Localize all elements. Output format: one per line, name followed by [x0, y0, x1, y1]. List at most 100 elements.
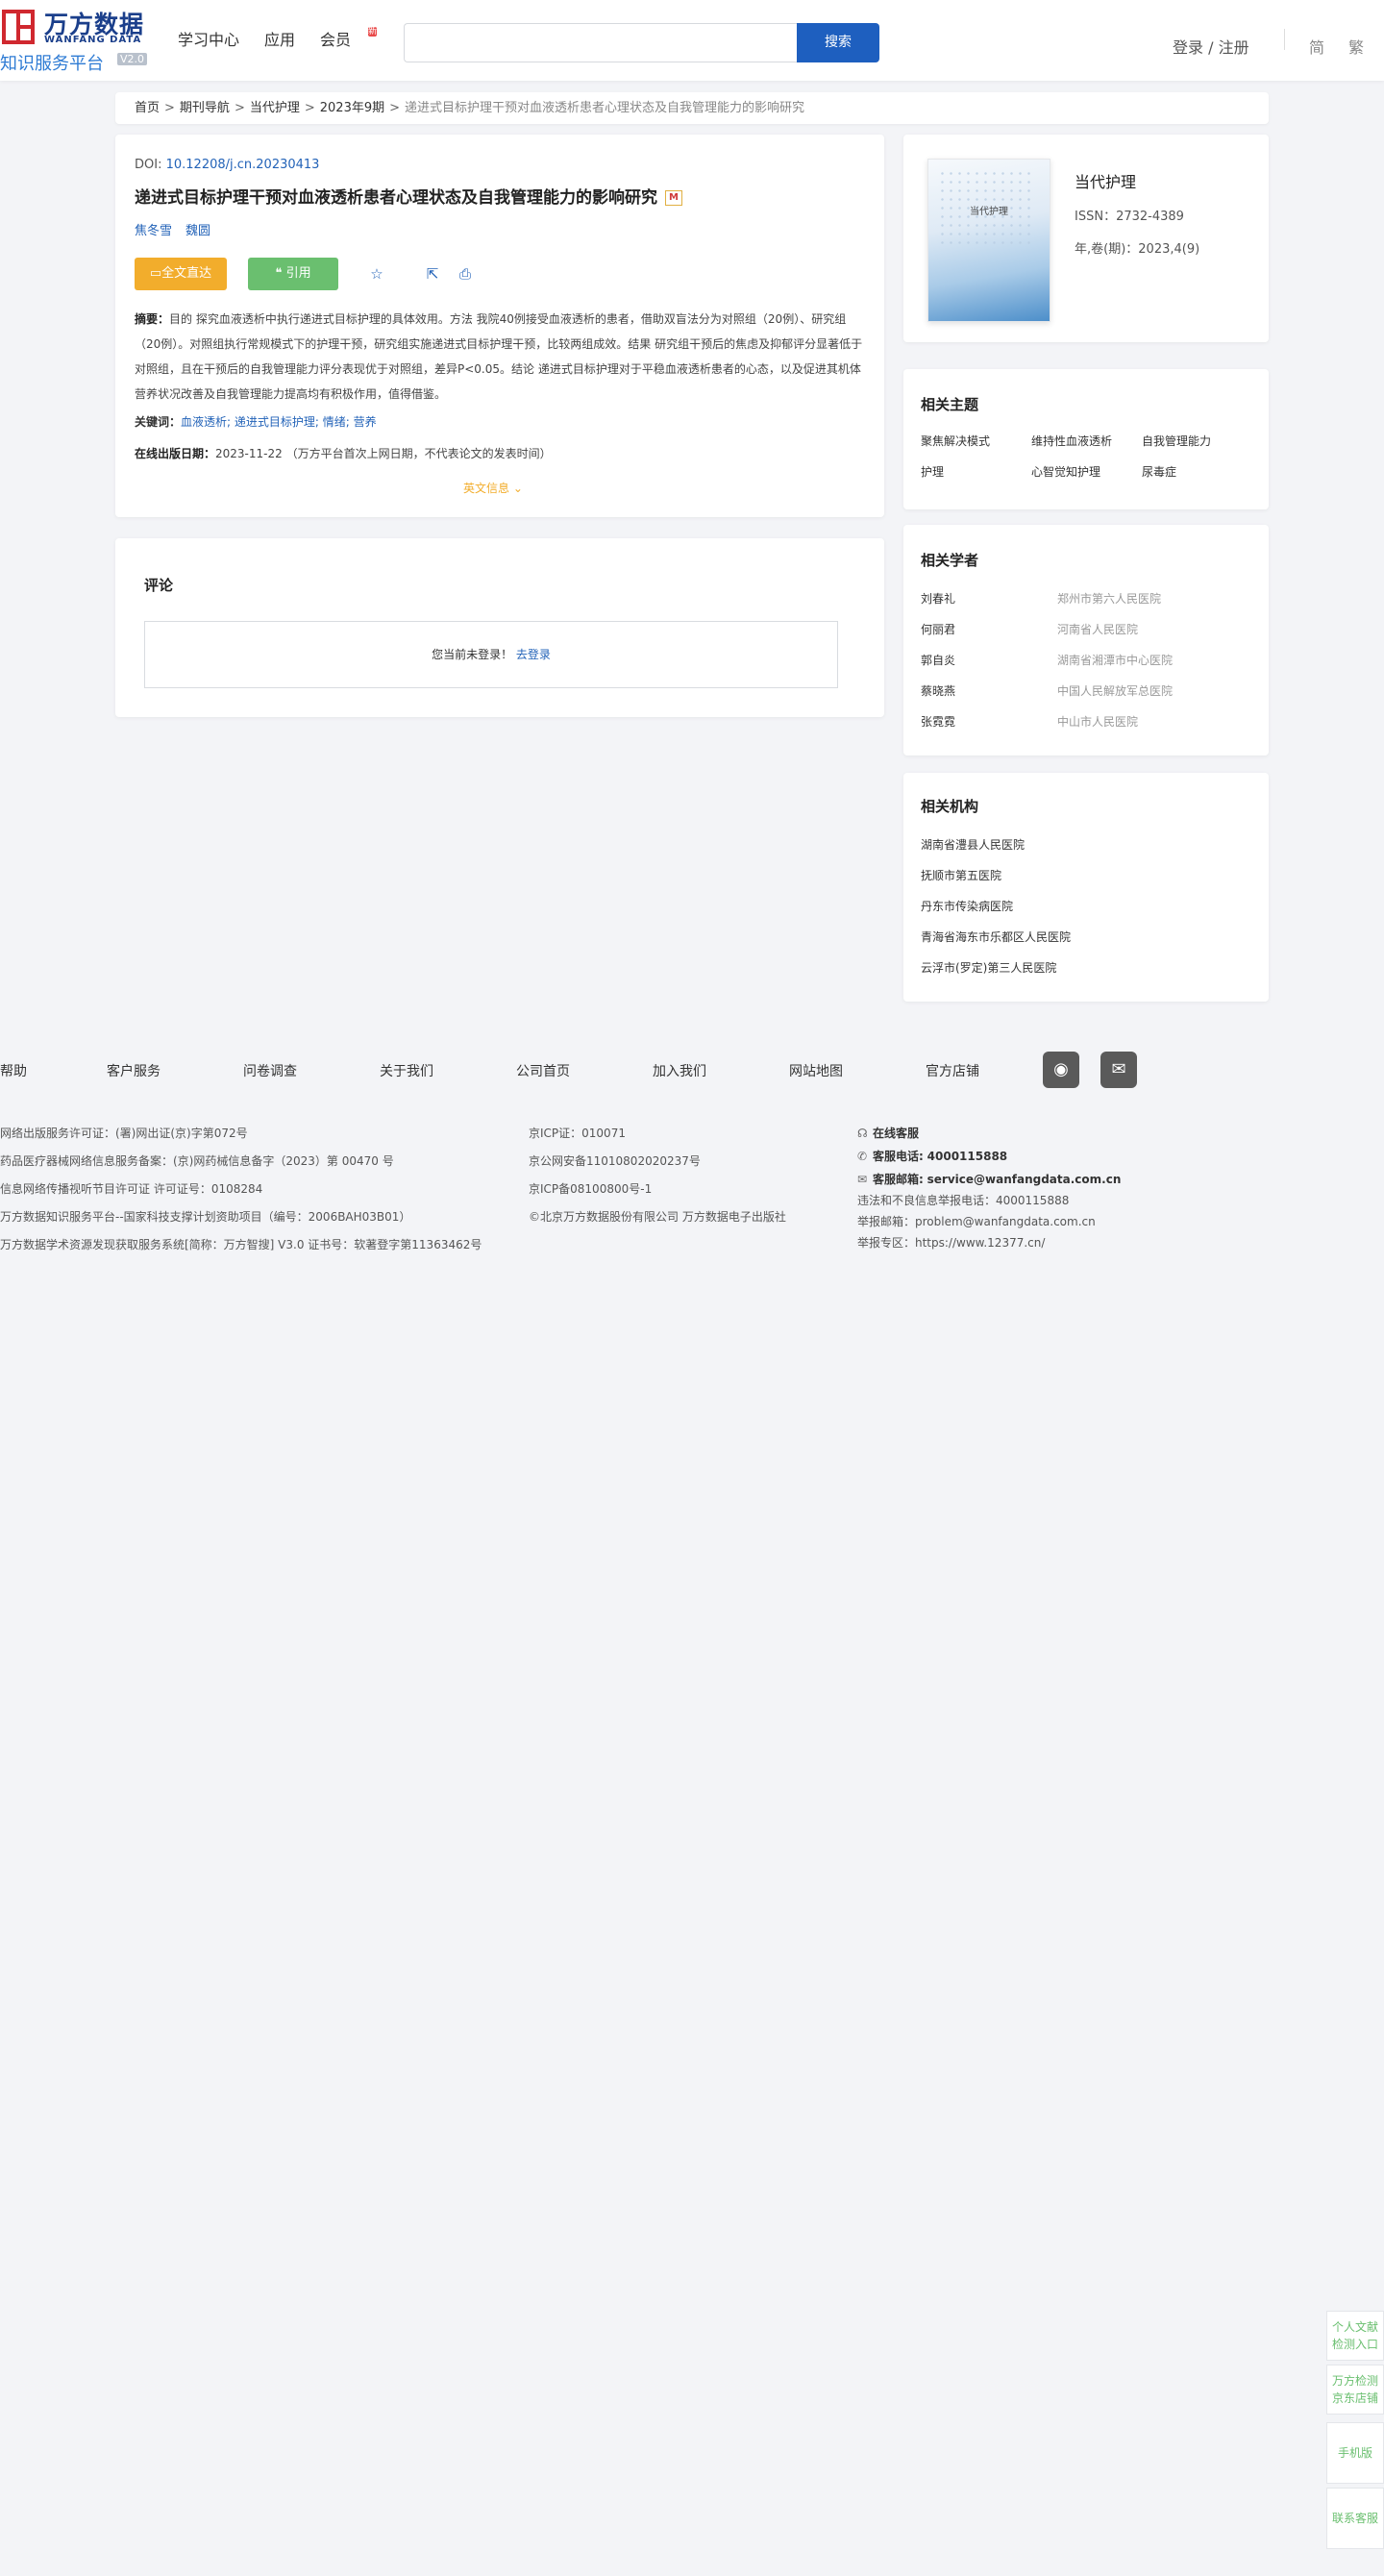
- footer-link-company[interactable]: 公司首页: [516, 1061, 570, 1080]
- author-link[interactable]: 焦冬雪: [135, 224, 172, 238]
- topic-item[interactable]: 尿毒症: [1142, 463, 1248, 480]
- breadcrumb-home[interactable]: 首页: [135, 101, 160, 115]
- doi-link[interactable]: 10.12208/j.cn.20230413: [166, 158, 320, 172]
- float-contact[interactable]: 联系客服: [1326, 2488, 1384, 2549]
- report-zone[interactable]: 举报专区：https://www.12377.cn/: [857, 1234, 1045, 1251]
- doi-label: DOI:: [135, 158, 162, 172]
- journal-cover[interactable]: 当代护理: [927, 159, 1050, 322]
- service-phone-label: 客服电话:: [873, 1150, 924, 1163]
- pubdate-note: （万方平台首次上网日期，不代表论文的发表时间）: [285, 447, 552, 460]
- topic-item[interactable]: 心智觉知护理: [1031, 463, 1137, 480]
- logo-mark-icon: [2, 10, 35, 44]
- footer-link-survey[interactable]: 问卷调查: [243, 1061, 297, 1080]
- related-institutions-title: 相关机构: [921, 798, 979, 815]
- footer-icp[interactable]: 京公网安备11010802020237号: [529, 1152, 701, 1169]
- wanfang-logo[interactable]: 万方数据 WANFANG DATA 知识服务平台 V2.0: [0, 6, 149, 74]
- footer-license: 万方数据知识服务平台--国家科技支撑计划资助项目（编号：2006BAH03B01…: [0, 1210, 411, 1224]
- breadcrumb-issue[interactable]: 2023年9期: [320, 101, 384, 115]
- service-email-value[interactable]: service@wanfangdata.com.cn: [927, 1173, 1122, 1186]
- institution-item[interactable]: 丹东市传染病医院: [921, 898, 1013, 914]
- phone-icon: ✆: [857, 1150, 868, 1163]
- institution-item[interactable]: 云浮市(罗定)第三人民医院: [921, 959, 1056, 976]
- abstract-text: 目的 探究血液透析中执行递进式目标护理的具体效用。方法 我院40例接受血液透析的…: [135, 312, 863, 401]
- scholar-org[interactable]: 中国人民解放军总医院: [1057, 682, 1173, 699]
- fulltext-button-label: 全文直达: [161, 266, 212, 281]
- institution-item[interactable]: 青海省海东市乐都区人民医院: [921, 929, 1071, 945]
- topic-item[interactable]: 聚焦解决模式: [921, 433, 1026, 449]
- journal-name[interactable]: 当代护理: [1075, 169, 1136, 192]
- scholar-name[interactable]: 郭自炎: [921, 652, 955, 668]
- topic-item[interactable]: 护理: [921, 463, 1026, 480]
- comment-login-prompt: 您当前未登录！ 去登录: [144, 621, 838, 688]
- scholar-org[interactable]: 河南省人民医院: [1057, 621, 1138, 637]
- topic-item[interactable]: 维持性血液透析: [1031, 433, 1137, 449]
- comment-card: 评论 您当前未登录！ 去登录: [115, 538, 884, 717]
- scholar-name[interactable]: 何丽君: [921, 621, 955, 637]
- footer-link-about[interactable]: 关于我们: [380, 1061, 433, 1080]
- keyword-links[interactable]: 血液透析; 递进式目标护理; 情绪; 营养: [181, 415, 377, 429]
- fulltext-button[interactable]: ▭全文直达: [135, 258, 227, 290]
- author-link[interactable]: 魏圆: [185, 224, 210, 238]
- pubdate-value: 2023-11-22: [215, 447, 283, 460]
- breadcrumb-journal[interactable]: 当代护理: [250, 101, 300, 115]
- report-phone: 违法和不良信息举报电话：4000115888: [857, 1194, 1070, 1207]
- scholar-name[interactable]: 刘春礼: [921, 590, 955, 607]
- login-register-link[interactable]: 登录 / 注册: [1173, 35, 1249, 58]
- footer-license: 网络出版服务许可证：(署)网出证(京)字第072号: [0, 1127, 248, 1140]
- footer-link-customer-service[interactable]: 客户服务: [107, 1061, 161, 1080]
- nav-item-membership-label: 会员: [320, 31, 352, 49]
- m-badge-icon[interactable]: M: [665, 190, 682, 206]
- scholar-org[interactable]: 郑州市第六人民医院: [1057, 590, 1161, 607]
- weibo-icon[interactable]: ◉: [1043, 1052, 1079, 1088]
- footer-icp[interactable]: 京ICP备08100800号-1: [529, 1180, 652, 1197]
- site-footer: 帮助 客户服务 问卷调查 关于我们 公司首页 加入我们 网站地图 官方店铺 ◉ …: [0, 1027, 1384, 1269]
- topic-item[interactable]: 自我管理能力: [1142, 433, 1248, 449]
- footer-link-help[interactable]: 帮助: [0, 1061, 27, 1080]
- author-list: 焦冬雪 魏圆: [135, 220, 224, 238]
- scholar-name[interactable]: 张霓霓: [921, 713, 955, 730]
- footer-link-store[interactable]: 官方店铺: [926, 1061, 979, 1080]
- breadcrumb-separator: >: [304, 101, 315, 115]
- search-input[interactable]: [404, 23, 798, 62]
- scholar-org[interactable]: 中山市人民医院: [1057, 713, 1138, 730]
- online-service-link[interactable]: ☊ 在线客服: [857, 1125, 919, 1141]
- nav-item-membership[interactable]: 会员 新: [320, 27, 378, 50]
- share-icon[interactable]: ⇱: [423, 264, 442, 284]
- mail-icon: ✉: [857, 1173, 868, 1186]
- traditional-chinese-toggle[interactable]: 繁: [1348, 35, 1364, 58]
- divider: [1284, 29, 1285, 50]
- keywords: 关键词：血液透析; 递进式目标护理; 情绪; 营养: [135, 413, 377, 430]
- abstract: 摘要：目的 探究血液透析中执行递进式目标护理的具体效用。方法 我院40例接受血液…: [135, 307, 865, 407]
- nav-item-apps[interactable]: 应用: [264, 27, 295, 50]
- logo-en-text: WANFANG DATA: [44, 35, 142, 45]
- article-title-text: 递进式目标护理干预对血液透析患者心理状态及自我管理能力的影响研究: [135, 188, 657, 208]
- version-badge: V2.0: [117, 53, 148, 65]
- footer-link-sitemap[interactable]: 网站地图: [789, 1061, 843, 1080]
- favorite-star-icon[interactable]: ☆: [367, 264, 386, 284]
- print-icon[interactable]: ⎙: [456, 264, 475, 284]
- scholar-org[interactable]: 湖南省湘潭市中心医院: [1057, 652, 1173, 668]
- search-button[interactable]: 搜索: [797, 23, 879, 62]
- report-email[interactable]: 举报邮箱：problem@wanfangdata.com.cn: [857, 1213, 1096, 1229]
- institution-item[interactable]: 抚顺市第五医院: [921, 867, 1001, 883]
- online-service-label: 在线客服: [873, 1127, 920, 1140]
- service-phone: ✆ 客服电话: 4000115888: [857, 1148, 1007, 1164]
- float-personal-check[interactable]: 个人文献检测入口: [1326, 2311, 1384, 2361]
- footer-icp[interactable]: 京ICP证：010071: [529, 1125, 626, 1141]
- breadcrumb-journal-nav[interactable]: 期刊导航: [180, 101, 230, 115]
- footer-link-join[interactable]: 加入我们: [653, 1061, 706, 1080]
- scholar-name[interactable]: 蔡晓燕: [921, 682, 955, 699]
- cite-button[interactable]: ❝ 引用: [248, 258, 338, 290]
- related-scholars-title: 相关学者: [921, 552, 979, 569]
- new-badge: 新: [368, 27, 378, 37]
- float-jd-store[interactable]: 万方检测京东店铺: [1326, 2365, 1384, 2415]
- float-mobile[interactable]: 手机版: [1326, 2422, 1384, 2484]
- nav-item-learning-center[interactable]: 学习中心: [178, 27, 239, 50]
- simplified-chinese-toggle[interactable]: 简: [1309, 35, 1324, 58]
- institution-item[interactable]: 湖南省澧县人民医院: [921, 836, 1025, 853]
- keywords-label: 关键词：: [135, 415, 182, 429]
- english-info-toggle[interactable]: 英文信息 ⌄: [463, 480, 523, 496]
- go-login-link[interactable]: 去登录: [516, 648, 551, 661]
- wechat-icon[interactable]: ✉: [1100, 1052, 1137, 1088]
- chevron-down-icon: ⌄: [512, 482, 523, 495]
